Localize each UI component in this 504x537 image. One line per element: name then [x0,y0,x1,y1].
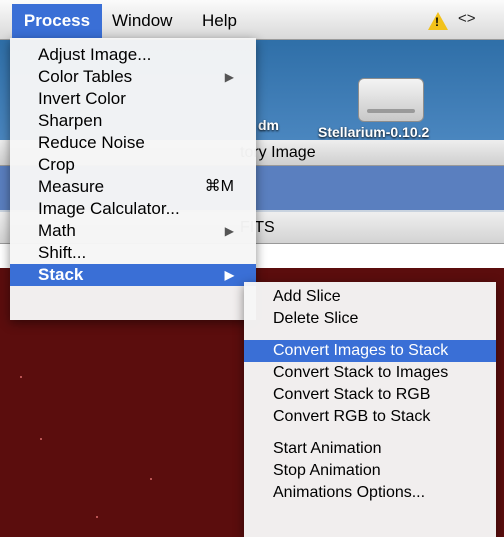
disk-label: Stellarium-0.10.2 [318,124,430,140]
menu-item-label: Stack [38,265,84,284]
menu-item-animations-options[interactable]: Animations Options... [244,482,496,504]
menu-item-convert-stack-to-rgb[interactable]: Convert Stack to RGB [244,384,496,406]
menu-item-label: Sharpen [38,111,103,130]
menu-separator [244,330,496,340]
dmg-file-label: dm [258,117,279,133]
warning-icon[interactable]: ! [428,12,448,30]
menu-help[interactable]: Help [202,6,237,36]
submenu-arrow-icon: ▶ [224,70,234,84]
menu-item-label: Image Calculator... [38,199,180,218]
arrows-icon[interactable]: <> [458,10,476,27]
star-point [20,376,22,378]
process-menu: Adjust Image... Color Tables ▶ Invert Col… [10,38,256,320]
menu-item-delete-slice[interactable]: Delete Slice [244,308,496,330]
menu-item-label: Invert Color [38,89,126,108]
menu-item-invert-color[interactable]: Invert Color [10,88,256,110]
menu-item-label: Reduce Noise [38,133,145,152]
disk-image-icon[interactable] [358,78,424,122]
shortcut-label: ⌘M [204,178,234,195]
menu-item-label: Math [38,221,76,240]
menu-item-label: Crop [38,155,75,174]
menu-process[interactable]: Process [12,4,102,38]
menu-item-add-slice[interactable]: Add Slice [244,286,496,308]
menu-item-reduce-noise[interactable]: Reduce Noise [10,132,256,154]
submenu-arrow-icon: ▶ [224,268,234,282]
menu-item-convert-images-to-stack[interactable]: Convert Images to Stack [244,340,496,362]
menu-item-measure[interactable]: Measure ⌘M [10,176,256,198]
menu-item-math[interactable]: Math ▶ [10,220,256,242]
menu-item-label: Adjust Image... [38,45,152,64]
menu-item-sharpen[interactable]: Sharpen [10,110,256,132]
menu-item-image-calculator[interactable]: Image Calculator... [10,198,256,220]
stack-submenu: Add Slice Delete Slice Convert Images to… [244,282,496,537]
menu-item-convert-stack-to-images[interactable]: Convert Stack to Images [244,362,496,384]
menu-item-adjust-image[interactable]: Adjust Image... [10,44,256,66]
menu-item-label: Measure [38,177,105,196]
menu-item-convert-rgb-to-stack[interactable]: Convert RGB to Stack [244,406,496,428]
submenu-arrow-icon: ▶ [224,224,234,238]
menu-item-shift[interactable]: Shift... [10,242,256,264]
menu-item-color-tables[interactable]: Color Tables ▶ [10,66,256,88]
menu-item-stop-animation[interactable]: Stop Animation [244,460,496,482]
star-point [40,438,42,440]
menu-item-crop[interactable]: Crop [10,154,256,176]
menu-window[interactable]: Window [112,6,172,36]
menubar: Process Window Help ! <> [0,0,504,40]
menu-separator [244,428,496,438]
menu-item-label: Shift... [38,243,87,262]
menu-item-stack[interactable]: Stack ▶ [10,264,256,286]
menu-item-label: Color Tables [38,67,133,86]
star-point [96,516,98,518]
menu-item-start-animation[interactable]: Start Animation [244,438,496,460]
star-point [150,478,152,480]
